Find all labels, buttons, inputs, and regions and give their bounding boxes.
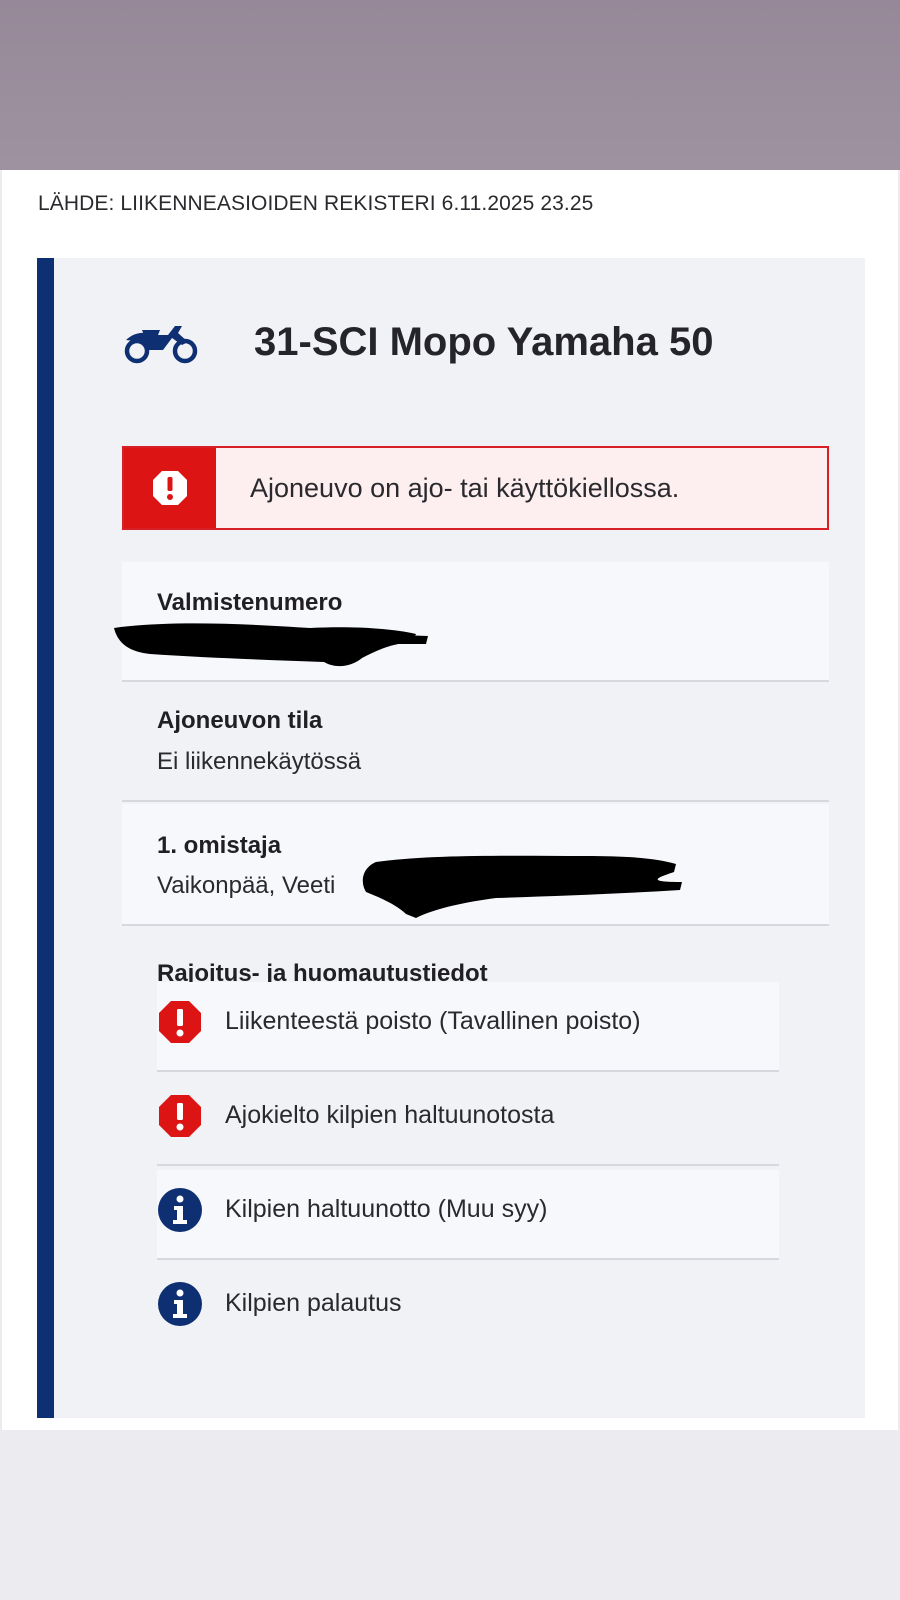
register-sheet: LÄHDE: LIIKENNEASIOIDEN REKISTERI 6.11.2… — [2, 170, 898, 1430]
field-label: Valmistenumero — [157, 589, 343, 616]
restriction-item: Ajokielto kilpien haltuunotosta — [157, 1076, 779, 1166]
vehicle-card: 31-SCI Mopo Yamaha 50 Ajoneuvo on ajo- t… — [37, 258, 865, 1418]
error-octagon-icon — [159, 1001, 201, 1043]
restriction-item: Liikenteestä poisto (Tavallinen poisto) — [157, 982, 779, 1072]
top-band — [0, 0, 900, 170]
restriction-label: Kilpien haltuunotto (Muu syy) — [225, 1195, 548, 1223]
info-circle-icon — [158, 1282, 202, 1326]
field-label: 1. omistaja — [157, 832, 282, 859]
field-vehicle-status: Ajoneuvon tila Ei liikennekäytössä — [122, 682, 829, 802]
alert-message: Ajoneuvo on ajo- tai käyttökiellossa. — [250, 473, 680, 503]
field-owner: 1. omistaja Vaikonpää, Veeti — [122, 804, 829, 926]
source-line: LÄHDE: LIIKENNEASIOIDEN REKISTERI 6.11.2… — [38, 192, 594, 215]
motorcycle-icon — [124, 326, 198, 364]
redaction-mark — [114, 623, 428, 667]
field-label: Ajoneuvon tila — [157, 707, 323, 734]
vehicle-title: 31-SCI Mopo Yamaha 50 — [254, 320, 714, 364]
restriction-label: Kilpien palautus — [225, 1289, 402, 1317]
restriction-item: Kilpien palautus — [157, 1264, 779, 1354]
restriction-label: Liikenteestä poisto (Tavallinen poisto) — [225, 1007, 641, 1035]
restriction-item: Kilpien haltuunotto (Muu syy) — [157, 1170, 779, 1260]
redaction-mark — [362, 855, 682, 918]
alert-side-strip — [124, 448, 216, 528]
info-circle-icon — [158, 1188, 202, 1232]
field-value: Vaikonpää, Veeti — [157, 872, 336, 899]
ban-alert: Ajoneuvo on ajo- tai käyttökiellossa. — [122, 446, 829, 530]
alert-octagon-icon — [153, 471, 187, 505]
error-octagon-icon — [159, 1095, 201, 1137]
field-value: Ei liikennekäytössä — [157, 748, 362, 775]
restriction-label: Ajokielto kilpien haltuunotosta — [225, 1101, 555, 1129]
field-manufacture-number: Valmistenumero — [114, 562, 829, 682]
